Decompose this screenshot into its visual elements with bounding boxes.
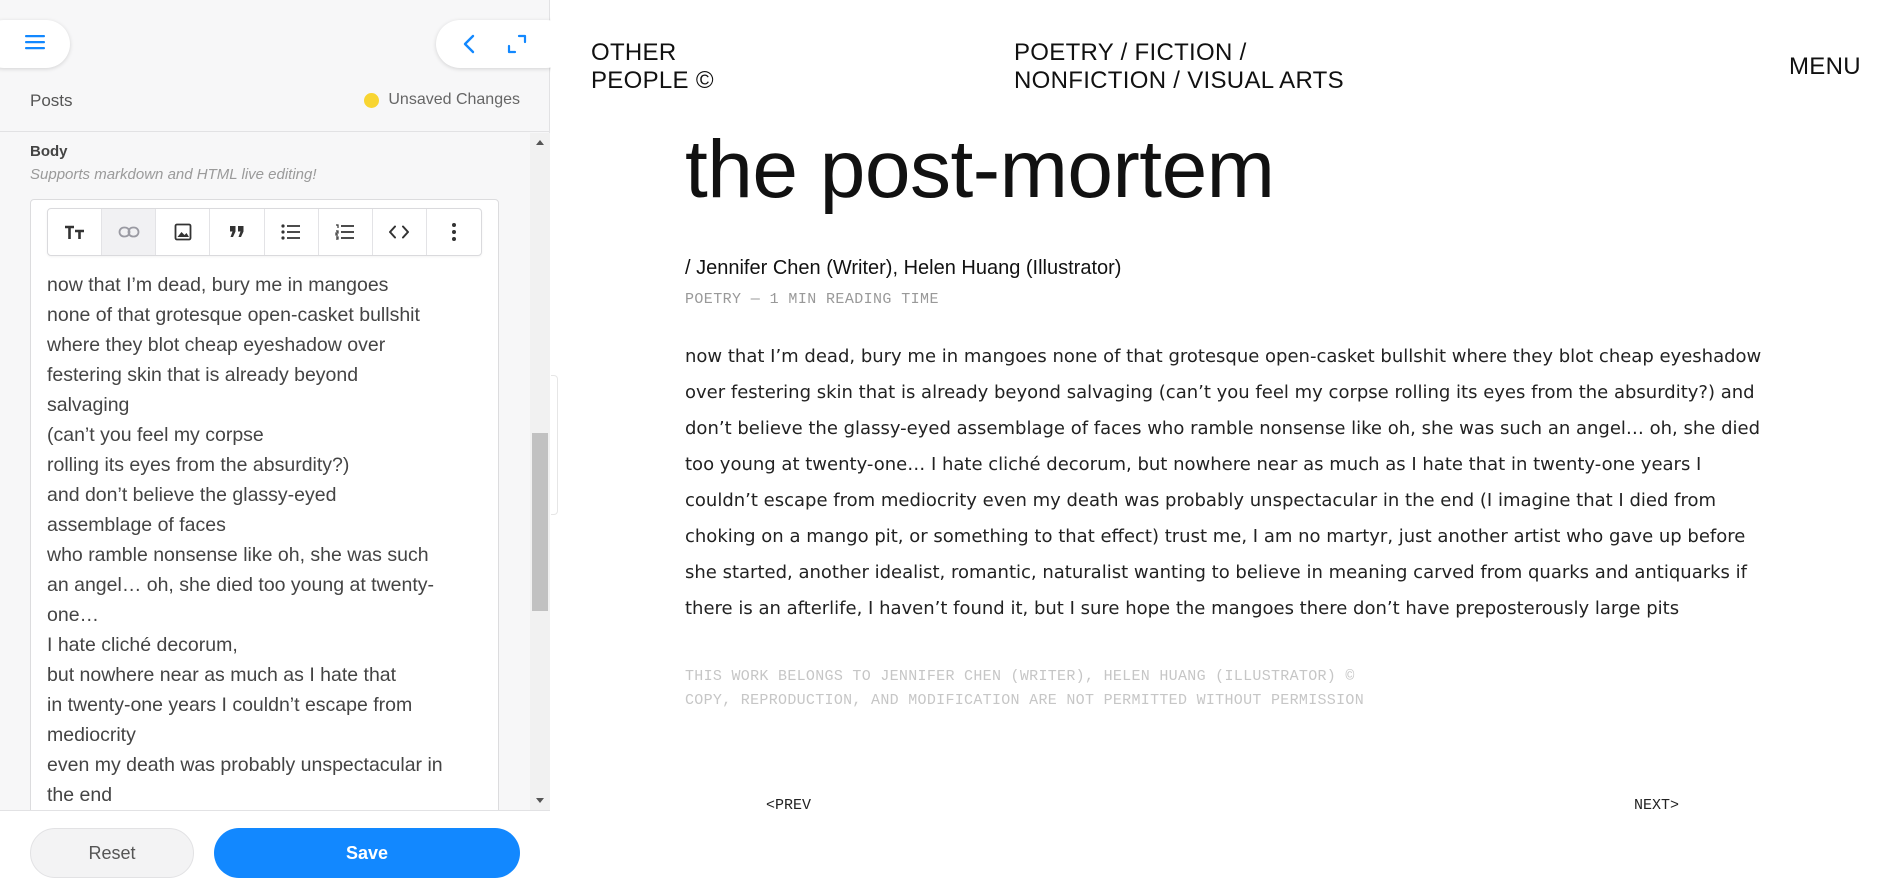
- text-line: but nowhere near as much as I hate that: [47, 664, 397, 686]
- reset-button[interactable]: Reset: [30, 828, 194, 878]
- logo-line: OTHER: [591, 39, 677, 66]
- quote-button[interactable]: [210, 209, 265, 255]
- code-button[interactable]: [373, 209, 427, 255]
- text-line: I hate cliché decorum,: [47, 634, 238, 656]
- site-preview: OTHER PEOPLE © POETRY / FICTION / NONFIC…: [551, 0, 1899, 887]
- text-line: where they blot cheap eyeshadow over: [47, 334, 386, 356]
- bullet-list-button[interactable]: [265, 209, 319, 255]
- text-line: and don’t believe the glassy-eyed: [47, 484, 337, 506]
- text-line: festering skin that is already beyond: [47, 364, 359, 386]
- heading-button[interactable]: [48, 209, 103, 255]
- rights-line: THIS WORK BELONGS TO JENNIFER CHEN (WRIT…: [685, 668, 1355, 685]
- link-button[interactable]: [102, 209, 157, 255]
- numbered-list-button[interactable]: [319, 209, 373, 255]
- chevron-left-icon: [463, 34, 475, 54]
- save-button[interactable]: Save: [214, 828, 520, 878]
- text-line: even my death was probably unspectacular…: [47, 754, 443, 776]
- scroll-up-arrow-icon[interactable]: [536, 140, 544, 145]
- editor-toolbar: [47, 208, 482, 256]
- text-line: rolling its eyes from the absurdity?): [47, 454, 350, 476]
- text-line: who ramble nonsense like oh, she was suc…: [47, 544, 429, 566]
- status-dot: [364, 92, 380, 108]
- post-title: the post-mortem: [685, 124, 1275, 215]
- category-line: NONFICTION / VISUAL ARTS: [1014, 67, 1344, 94]
- save-status: Unsaved Changes: [364, 91, 520, 109]
- image-icon: [174, 223, 192, 241]
- text-line: mediocrity: [47, 724, 136, 746]
- scrollbar-thumb[interactable]: [532, 433, 548, 611]
- scroll-down-arrow-icon[interactable]: [536, 798, 544, 803]
- text-line: now that I’m dead, bury me in mangoes: [47, 274, 389, 296]
- expand-icon: [507, 34, 527, 54]
- text-line: an angel… oh, she died too young at twen…: [47, 574, 435, 596]
- text-line: none of that grotesque open-casket bulls…: [47, 304, 420, 326]
- text-line: in twenty-one years I couldn’t escape fr…: [47, 694, 413, 716]
- preview-edge-handle: [551, 375, 558, 515]
- markdown-text-area[interactable]: now that I’m dead, bury me in mangoes no…: [47, 270, 492, 810]
- field-hint: Supports markdown and HTML live editing!: [30, 166, 317, 183]
- text-line: assemblage of faces: [47, 514, 226, 536]
- editor-header: Posts Unsaved Changes: [0, 78, 550, 132]
- menu-button[interactable]: [0, 20, 70, 68]
- text-size-icon: [64, 225, 84, 239]
- text-line: the end: [47, 784, 113, 806]
- more-icon: [451, 223, 456, 241]
- category-line: POETRY / FICTION /: [1014, 39, 1247, 66]
- quote-icon: [229, 226, 244, 237]
- collection-title: Posts: [30, 91, 73, 110]
- panel-controls: [436, 20, 570, 68]
- post-meta: POETRY — 1 MIN READING TIME: [685, 291, 939, 308]
- numbered-list-icon: [335, 224, 355, 240]
- code-icon: [389, 225, 410, 239]
- site-menu-link[interactable]: MENU: [1789, 53, 1861, 81]
- status-text: Unsaved Changes: [388, 91, 520, 108]
- bullet-list-icon: [281, 224, 301, 240]
- category-nav[interactable]: POETRY / FICTION / NONFICTION / VISUAL A…: [1014, 39, 1344, 95]
- field-label: Body: [30, 143, 68, 160]
- scrollbar[interactable]: [530, 133, 550, 810]
- rights-notice: THIS WORK BELONGS TO JENNIFER CHEN (WRIT…: [685, 665, 1364, 713]
- expand-button[interactable]: [496, 23, 538, 65]
- collapse-button[interactable]: [448, 23, 490, 65]
- prev-link[interactable]: <PREV: [766, 797, 811, 814]
- more-button[interactable]: [427, 209, 481, 255]
- editor-footer: Reset Save: [0, 810, 550, 887]
- hamburger-icon: [24, 33, 46, 56]
- link-icon: [118, 226, 140, 238]
- rights-line: COPY, REPRODUCTION, AND MODIFICATION ARE…: [685, 692, 1365, 709]
- image-button[interactable]: [156, 209, 211, 255]
- form-scroll-area[interactable]: Body Supports markdown and HTML live edi…: [0, 133, 550, 810]
- post-body: now that I’m dead, bury me in mangoes no…: [685, 346, 1762, 619]
- site-logo[interactable]: OTHER PEOPLE ©: [591, 39, 714, 95]
- editor-panel: Posts Unsaved Changes Body Supports mark…: [0, 0, 570, 887]
- markdown-editor[interactable]: now that I’m dead, bury me in mangoes no…: [30, 199, 499, 810]
- post-byline: / Jennifer Chen (Writer), Helen Huang (I…: [685, 257, 1122, 279]
- text-line: one…: [47, 604, 100, 626]
- logo-line: PEOPLE ©: [591, 67, 714, 94]
- text-line: (can’t you feel my corpse: [47, 424, 264, 446]
- next-link[interactable]: NEXT>: [1634, 797, 1679, 814]
- text-line: salvaging: [47, 394, 130, 416]
